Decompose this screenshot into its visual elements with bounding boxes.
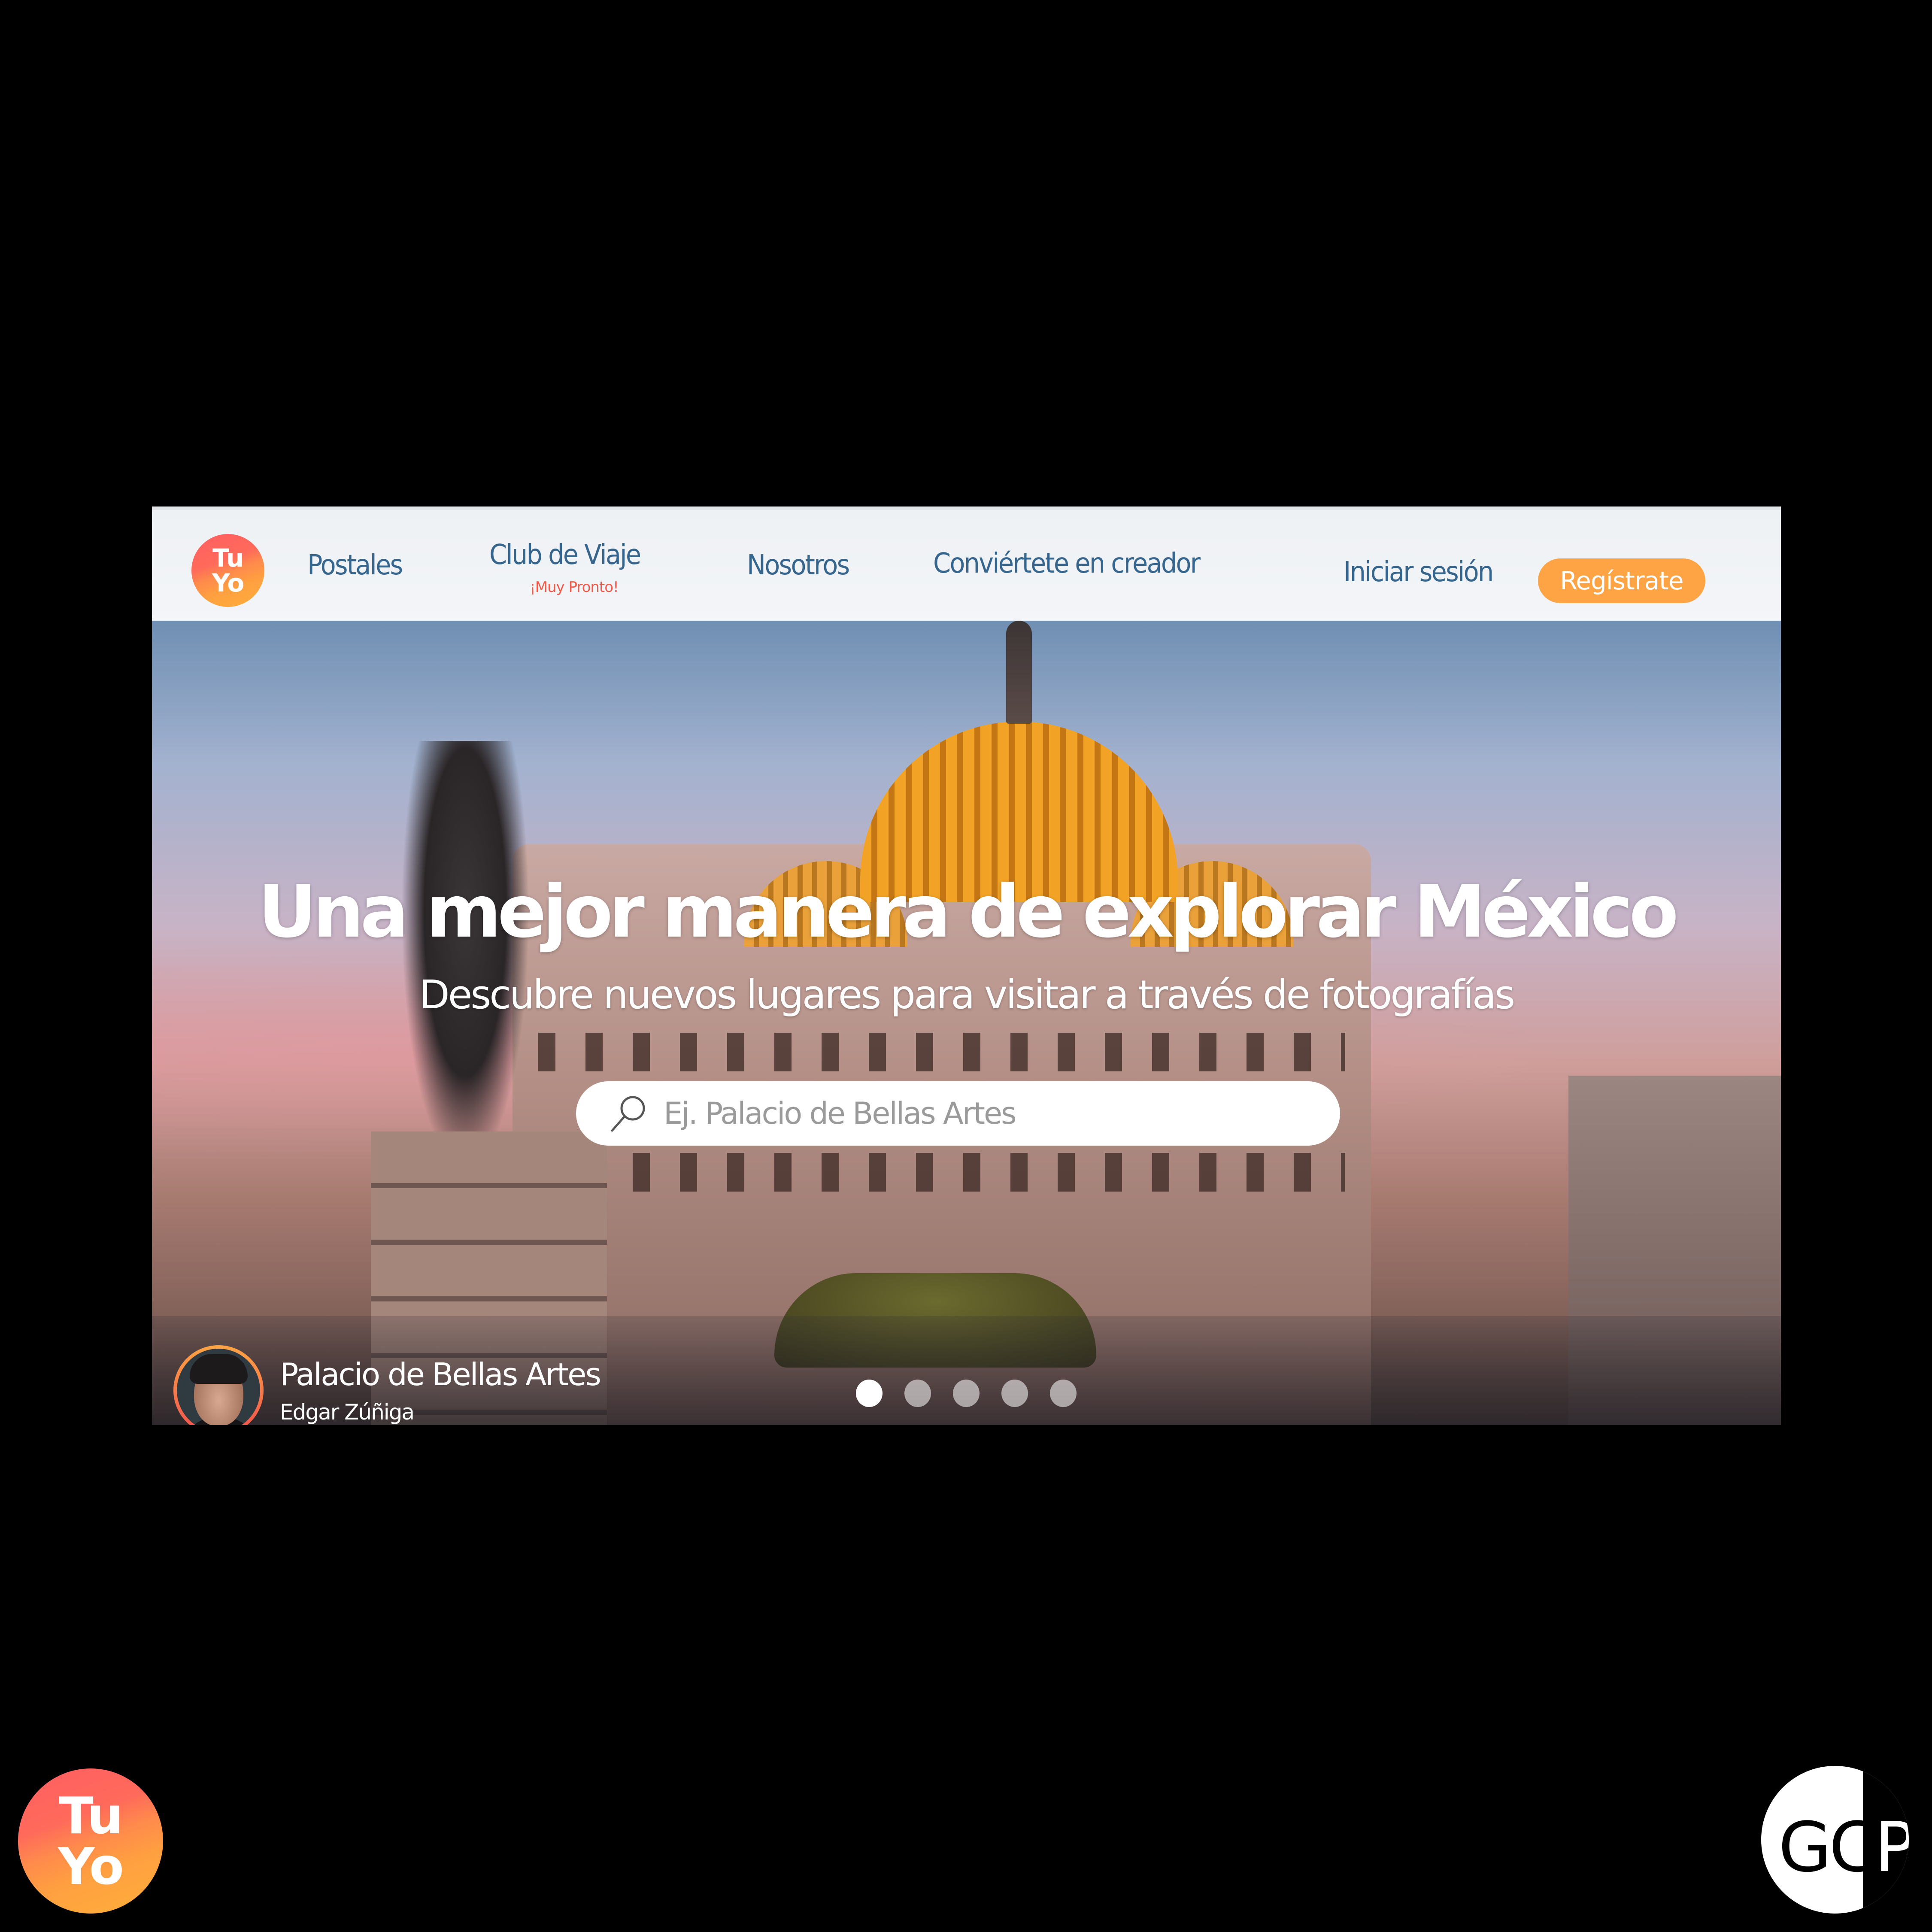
nav-link-nosotros[interactable]: Nosotros <box>747 549 850 581</box>
facade-windows <box>538 1033 1345 1071</box>
gcp-text-left: GC <box>1778 1807 1877 1887</box>
carousel-dot-3[interactable] <box>953 1380 980 1407</box>
photo-author-name[interactable]: Edgar Zúñiga <box>280 1400 415 1425</box>
carousel-dot-4[interactable] <box>1001 1380 1028 1407</box>
top-navigation-bar: Tu Yo Postales Club de Viaje ¡Muy Pronto… <box>152 507 1781 621</box>
search-icon[interactable] <box>607 1092 650 1135</box>
gcp-logo-text: GCP <box>1778 1813 1909 1882</box>
dome-spire <box>1006 621 1032 724</box>
gcp-text-right: P <box>1874 1807 1909 1887</box>
logo-text-line2: Yo <box>212 568 245 597</box>
carousel-dot-5[interactable] <box>1050 1380 1077 1407</box>
carousel-dot-1[interactable] <box>856 1380 883 1407</box>
facade-windows <box>538 1153 1345 1192</box>
tuyo-watermark-logo: Tu Yo <box>18 1768 163 1914</box>
register-button[interactable]: Regístrate <box>1538 558 1705 603</box>
coming-soon-label: ¡Muy Pronto! <box>530 579 619 596</box>
hero-title: Una mejor manera de explorar México <box>258 870 1679 954</box>
gcp-watermark-logo: GCP <box>1761 1766 1909 1914</box>
watermark-text-line1: Tu <box>59 1786 123 1845</box>
nav-link-become-creator[interactable]: Conviértete en creador <box>933 548 1201 579</box>
photo-place-name[interactable]: Palacio de Bellas Artes <box>280 1356 601 1392</box>
hero-subtitle: Descubre nuevos lugares para visitar a t… <box>419 972 1515 1018</box>
carousel-indicators <box>856 1380 1077 1407</box>
landing-page: Tu Yo Postales Club de Viaje ¡Muy Pronto… <box>152 507 1781 1425</box>
avatar-hair <box>190 1354 248 1384</box>
hero-banner: Una mejor manera de explorar México Desc… <box>152 621 1781 1425</box>
search-bar[interactable] <box>576 1081 1340 1146</box>
nav-link-club-de-viaje[interactable]: Club de Viaje <box>489 539 641 571</box>
login-link[interactable]: Iniciar sesión <box>1344 556 1494 588</box>
nav-link-postales[interactable]: Postales <box>307 549 403 581</box>
logo-text-line1: Tu <box>212 543 244 573</box>
search-input[interactable] <box>663 1095 1308 1131</box>
pegasus-statue <box>401 741 530 1170</box>
watermark-text-line2: Yo <box>58 1837 124 1896</box>
tuyo-logo[interactable]: Tu Yo <box>191 534 264 607</box>
carousel-dot-2[interactable] <box>904 1380 931 1407</box>
